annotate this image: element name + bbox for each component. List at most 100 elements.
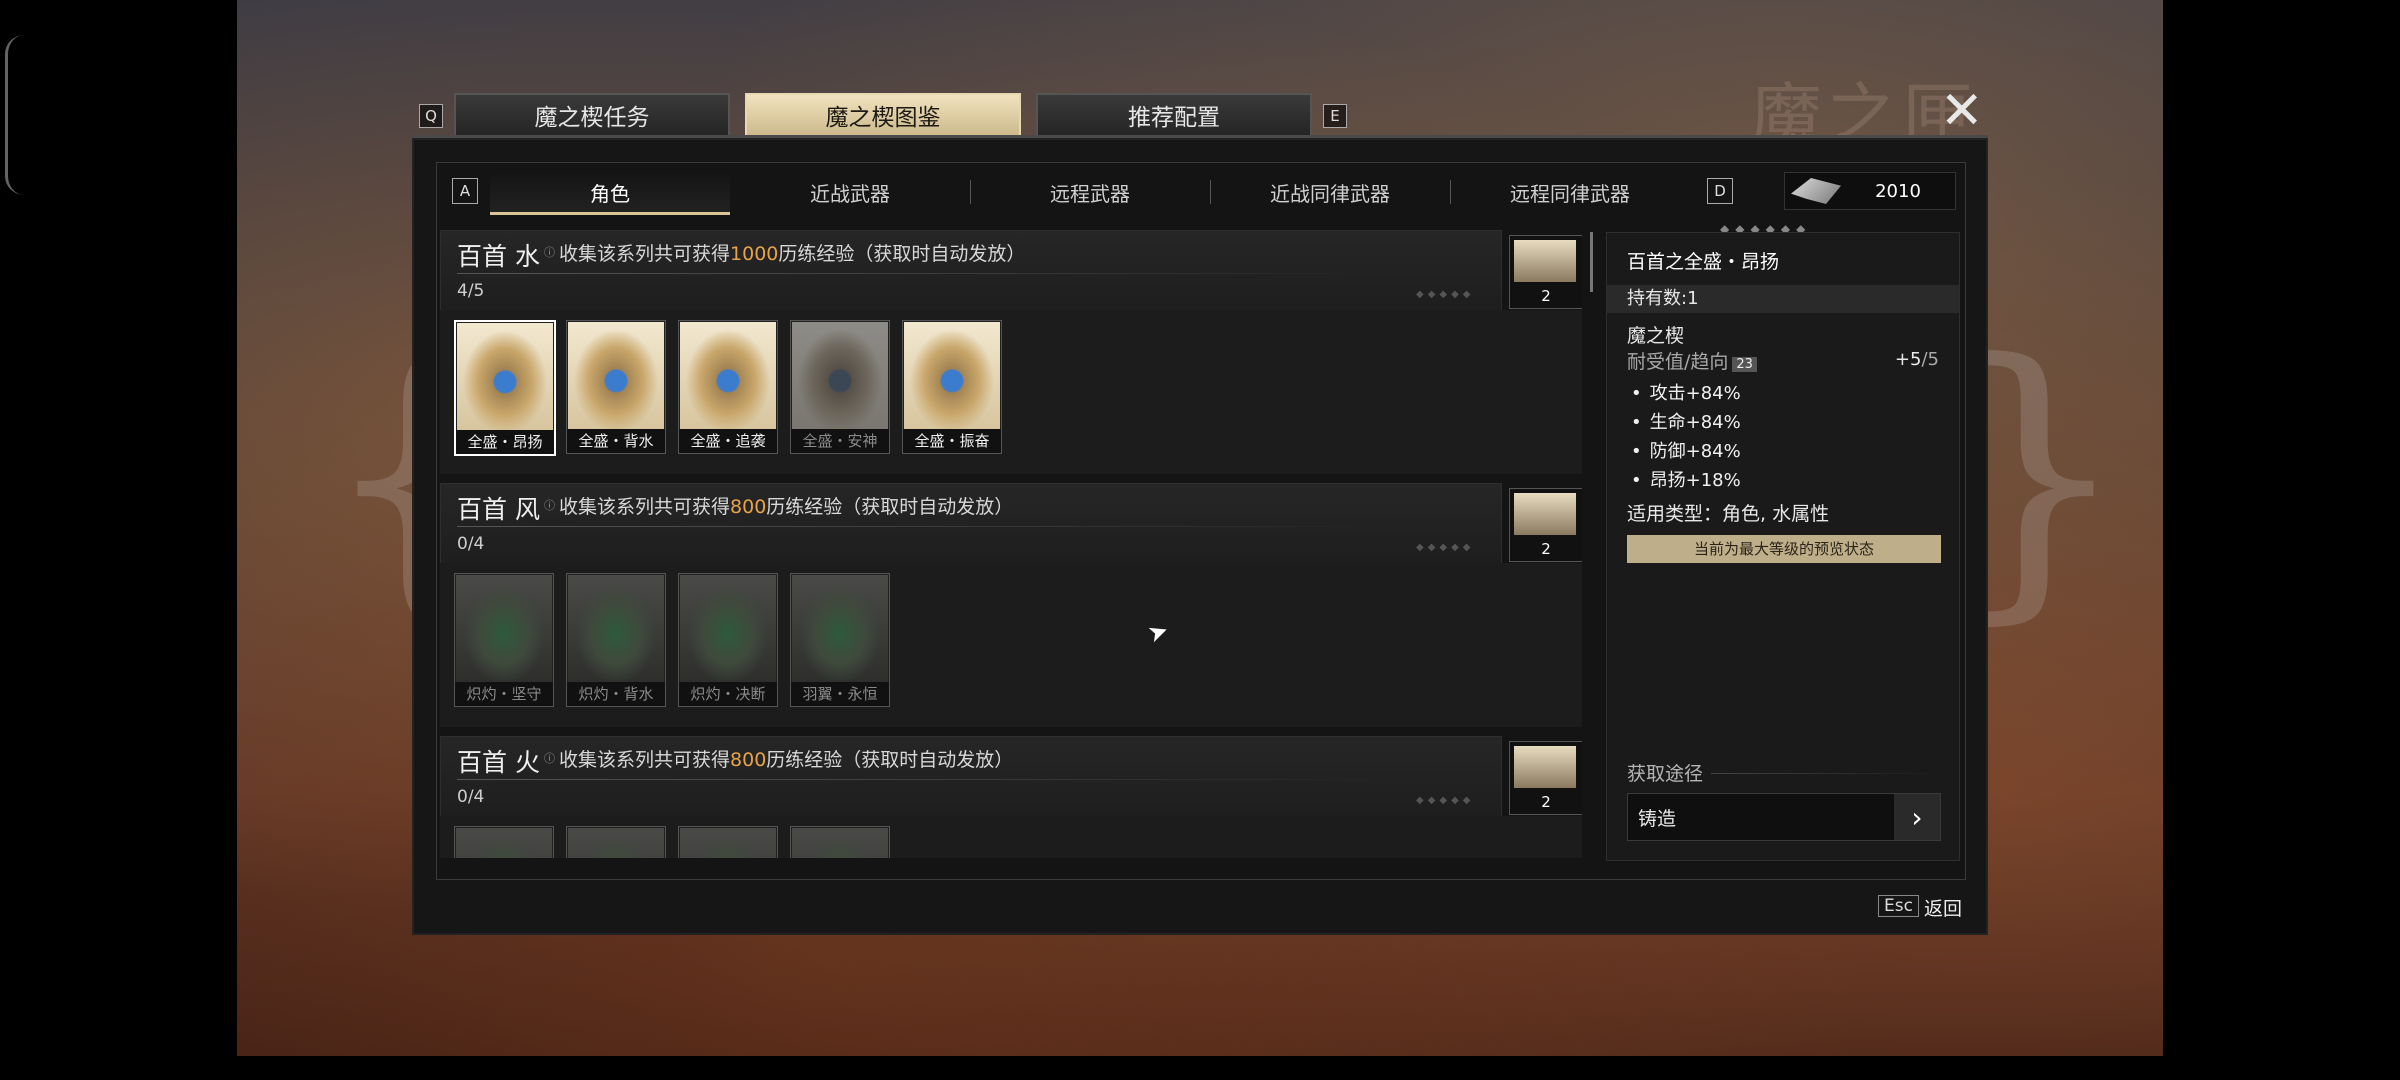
decorative-dots: ◆◆◆◆◆ <box>1416 542 1475 553</box>
category-tab-melee-sync[interactable]: 近战同律武器 <box>1210 172 1450 212</box>
wedge-card-locked[interactable] <box>790 826 890 858</box>
reward-item-icon <box>1514 240 1576 282</box>
series-reward[interactable]: 2 <box>1509 235 1582 309</box>
series-wind: 百首 风 ⓘ 收集该系列共可获得800历练经验（获取时自动发放） 0/4 ◆◆◆◆… <box>440 483 1582 736</box>
series-title: 百首 火 ⓘ <box>457 748 555 777</box>
series-exp: 800 <box>730 749 767 771</box>
wedge-card-label: 炽灼・背水 <box>567 682 665 706</box>
series-desc: 收集该系列共可获得800历练经验（获取时自动发放） <box>559 749 1014 771</box>
divider <box>457 526 1397 527</box>
wedge-card-locked[interactable]: 炽灼・决断 <box>678 573 778 707</box>
series-reward[interactable]: 2 <box>1509 488 1582 562</box>
info-icon[interactable]: ⓘ <box>544 499 555 512</box>
series-exp: 800 <box>730 496 767 518</box>
close-icon[interactable]: ✕ <box>1940 85 1984 137</box>
series-list[interactable]: 百首 水 ⓘ 收集该系列共可获得1000历练经验（获取时自动发放） 4/5 ◆◆◆… <box>440 230 1582 858</box>
category-tab-character[interactable]: 角色 <box>490 172 730 215</box>
wedge-card-label: 全盛・振奋 <box>903 429 1001 453</box>
tab-wedge-missions[interactable]: 魔之楔任务 <box>454 93 730 135</box>
category-tab-ranged[interactable]: 远程武器 <box>970 172 1210 212</box>
category-prev-key[interactable]: A <box>452 178 478 204</box>
series-progress: 0/4 <box>457 787 485 807</box>
wedge-card-locked[interactable]: 全盛・安神 <box>790 320 890 454</box>
source-title: 获取途径 <box>1627 763 1704 785</box>
reward-item-icon <box>1514 746 1576 788</box>
apply-types: 适用类型：角色, 水属性 <box>1627 503 1830 525</box>
wedge-card-label: 全盛・追袭 <box>679 429 777 453</box>
stat-item: 生命+84% <box>1627 408 1741 437</box>
tolerance-badge: 23 <box>1732 357 1757 372</box>
wedge-card-locked[interactable]: 炽灼・坚守 <box>454 573 554 707</box>
series-exp: 1000 <box>730 243 779 265</box>
wedge-card[interactable]: 全盛・昂扬 <box>454 320 556 456</box>
wedge-icon <box>904 322 1000 429</box>
stat-item: 攻击+84% <box>1627 379 1741 408</box>
divider <box>1711 773 1941 774</box>
tolerance-row: 耐受值/趋向 23 <box>1627 347 1757 374</box>
series-water: 百首 水 ⓘ 收集该系列共可获得1000历练经验（获取时自动发放） 4/5 ◆◆◆… <box>440 230 1582 483</box>
esc-key[interactable]: Esc <box>1878 895 1919 917</box>
wedge-card[interactable]: 全盛・背水 <box>566 320 666 454</box>
tab-next-key[interactable]: E <box>1323 104 1347 128</box>
series-header: 百首 火 ⓘ 收集该系列共可获得800历练经验（获取时自动发放） 0/4 ◆◆◆◆… <box>440 736 1582 818</box>
stat-item: 昂扬+18% <box>1627 466 1741 495</box>
wedge-icon <box>680 828 776 858</box>
reward-count: 2 <box>1541 540 1551 558</box>
tab-recommended-config[interactable]: 推荐配置 <box>1036 93 1312 135</box>
series-title: 百首 风 ⓘ <box>457 495 555 524</box>
wedge-card-locked[interactable]: 炽灼・背水 <box>566 573 666 707</box>
chevron-right-icon[interactable]: › <box>1894 794 1940 840</box>
category-next-key[interactable]: D <box>1707 178 1733 204</box>
wedge-card-label: 炽灼・决断 <box>679 682 777 706</box>
reward-count: 2 <box>1541 287 1551 305</box>
series-desc: 收集该系列共可获得1000历练经验（获取时自动发放） <box>559 243 1026 265</box>
wedge-card-label: 全盛・昂扬 <box>456 430 554 454</box>
wedge-icon <box>792 575 888 682</box>
wedge-card[interactable]: 全盛・振奋 <box>902 320 1002 454</box>
series-header: 百首 风 ⓘ 收集该系列共可获得800历练经验（获取时自动发放） 0/4 ◆◆◆◆… <box>440 483 1582 565</box>
series-desc: 收集该系列共可获得800历练经验（获取时自动发放） <box>559 496 1014 518</box>
reward-item-icon <box>1514 493 1576 535</box>
stat-list: 攻击+84% 生命+84% 防御+84% 昂扬+18% <box>1627 379 1741 495</box>
series-title: 百首 水 ⓘ <box>457 242 555 271</box>
series-cards: 炽灼・坚守 炽灼・背水 炽灼・决断 羽翼・永恒 <box>440 563 1582 727</box>
wedge-icon <box>568 828 664 858</box>
divider <box>457 779 1397 780</box>
category-tab-ranged-sync[interactable]: 远程同律武器 <box>1450 172 1690 212</box>
reward-count: 2 <box>1541 793 1551 811</box>
wedge-icon <box>568 575 664 682</box>
wedge-card-label: 羽翼・永恒 <box>791 682 889 706</box>
series-reward[interactable]: 2 <box>1509 741 1582 815</box>
info-icon[interactable]: ⓘ <box>544 752 555 765</box>
info-icon[interactable]: ⓘ <box>544 246 555 259</box>
series-header: 百首 水 ⓘ 收集该系列共可获得1000历练经验（获取时自动发放） 4/5 ◆◆◆… <box>440 230 1582 312</box>
tab-prev-key[interactable]: Q <box>419 104 443 128</box>
wedge-icon <box>568 322 664 429</box>
wedge-card-locked[interactable] <box>566 826 666 858</box>
wedge-card-locked[interactable] <box>454 826 554 858</box>
detail-group: 魔之楔 <box>1627 325 1685 347</box>
tab-wedge-catalog[interactable]: 魔之楔图鉴 <box>745 93 1021 135</box>
detail-title: 百首之全盛・昂扬 <box>1627 251 1780 273</box>
wedge-icon <box>792 828 888 858</box>
source-button[interactable]: 铸造 › <box>1627 793 1941 841</box>
wedge-card-label: 炽灼・坚守 <box>455 682 553 706</box>
wedge-card-label: 全盛・安神 <box>791 429 889 453</box>
wedge-card[interactable]: 全盛・追袭 <box>678 320 778 454</box>
series-fire: 百首 火 ⓘ 收集该系列共可获得800历练经验（获取时自动发放） 0/4 ◆◆◆◆… <box>440 736 1582 858</box>
wedge-icon <box>680 322 776 429</box>
wedge-icon <box>792 322 888 429</box>
category-tab-melee[interactable]: 近战武器 <box>730 172 970 212</box>
back-button[interactable]: 返回 <box>1924 894 1962 921</box>
wedge-card-label: 全盛・背水 <box>567 429 665 453</box>
wedge-card-locked[interactable] <box>678 826 778 858</box>
divider <box>457 273 1397 274</box>
decorative-dots: ◆◆◆◆◆ <box>1416 289 1475 300</box>
decorative-arc <box>5 35 24 195</box>
wedge-card-locked[interactable]: 羽翼・永恒 <box>790 573 890 707</box>
decorative-dots: ◆◆◆◆◆ <box>1416 795 1475 806</box>
wedge-icon <box>456 828 552 858</box>
preview-note: 当前为最大等级的预览状态 <box>1627 535 1941 563</box>
wedge-level: +5/5 <box>1894 349 1939 370</box>
list-scrollbar[interactable] <box>1590 232 1593 292</box>
